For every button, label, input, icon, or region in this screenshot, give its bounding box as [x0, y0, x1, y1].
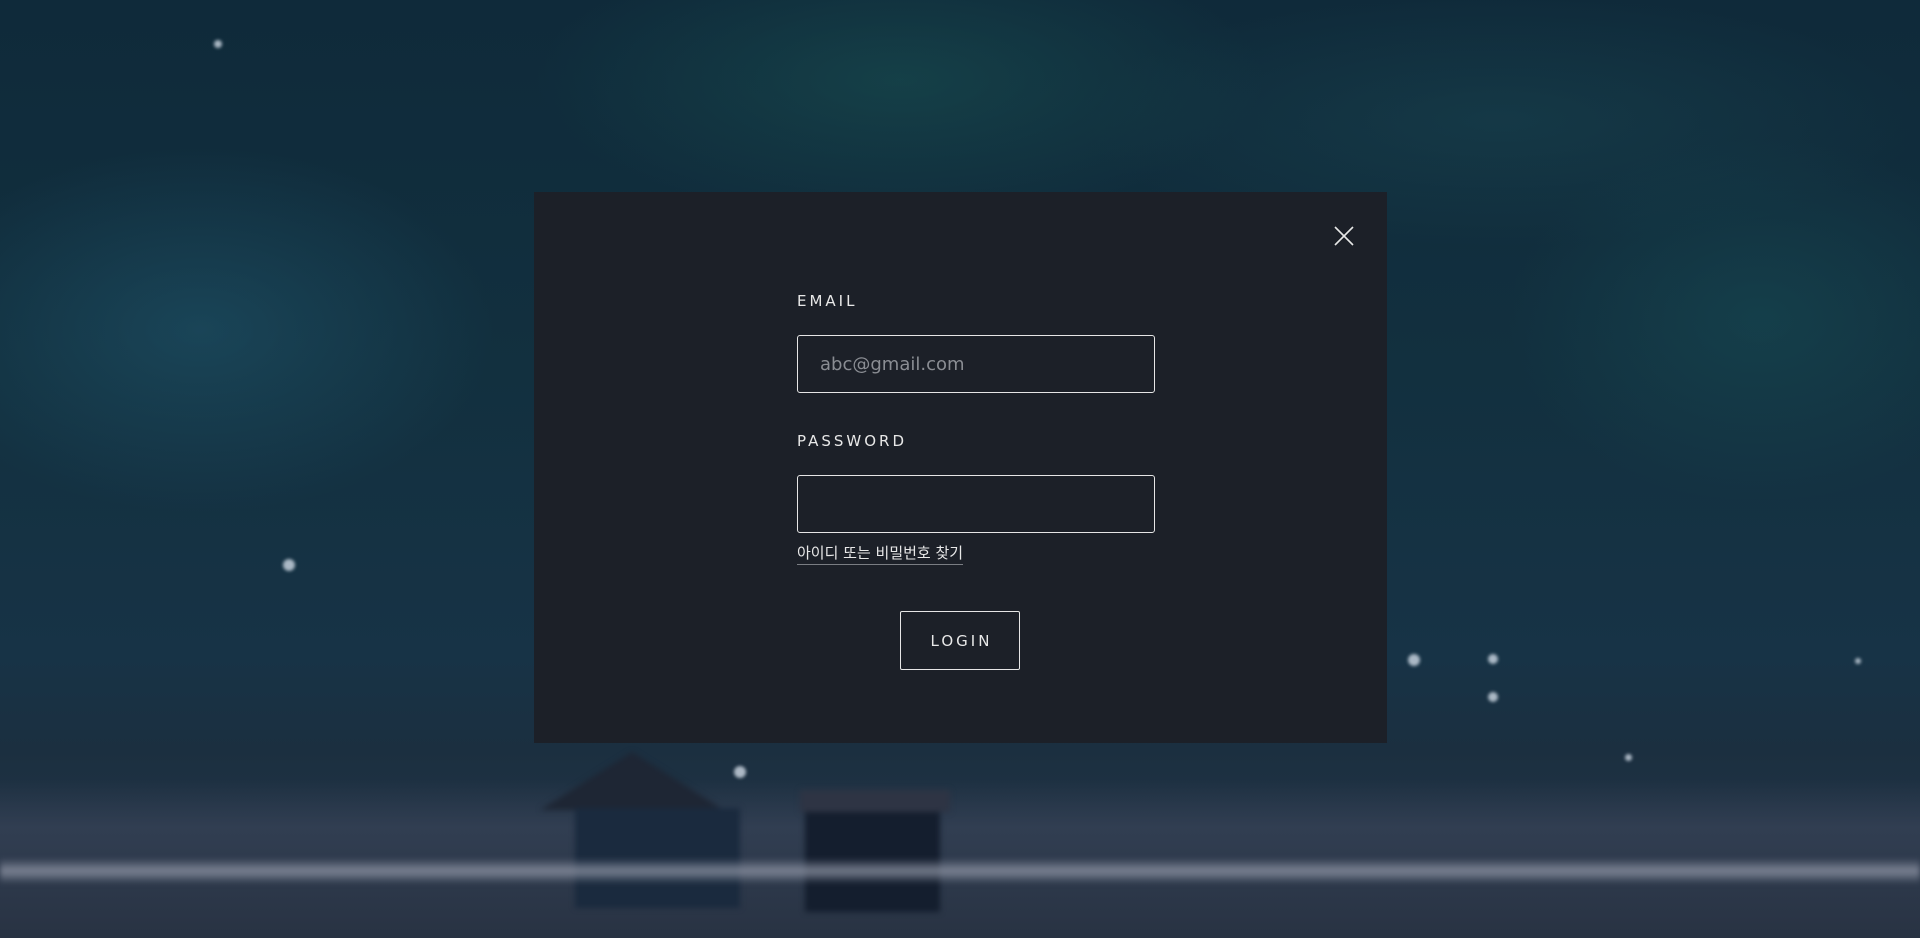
find-account-link[interactable]: 아이디 또는 비밀번호 찾기: [797, 542, 964, 565]
background-star: [734, 766, 746, 778]
background-star: [1488, 654, 1498, 664]
background-star: [1625, 754, 1632, 761]
email-label: EMAIL: [797, 292, 858, 310]
background-star: [1408, 654, 1420, 666]
background-scene: EMAIL PASSWORD 아이디 또는 비밀번호 찾기 LOGIN: [0, 0, 1920, 938]
email-input[interactable]: [797, 335, 1155, 393]
background-star: [283, 559, 295, 571]
close-icon: [1334, 226, 1354, 246]
background-star: [1488, 692, 1498, 702]
background-star: [214, 40, 222, 48]
background-star: [1855, 658, 1861, 664]
water-line: [0, 858, 1920, 884]
password-input[interactable]: [797, 475, 1155, 533]
login-button[interactable]: LOGIN: [900, 611, 1020, 670]
password-label: PASSWORD: [797, 432, 908, 450]
close-button[interactable]: [1332, 224, 1356, 248]
